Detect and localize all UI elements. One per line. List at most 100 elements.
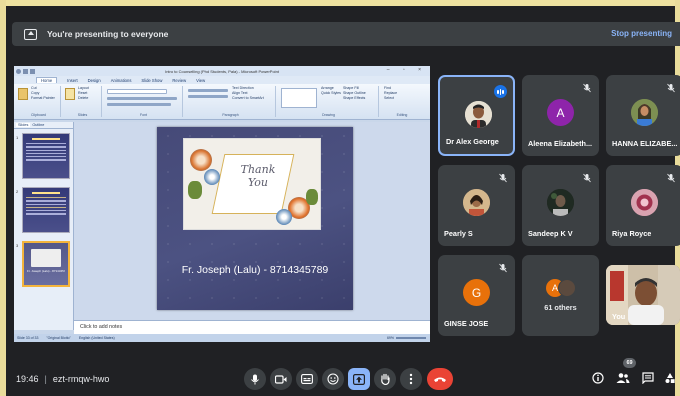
ppt-window-controls[interactable]: – ▫ × (387, 67, 427, 73)
participant-tile[interactable]: Dr Alex George (438, 75, 515, 156)
presenting-banner: You're presenting to everyone Stop prese… (12, 22, 680, 46)
slide-thumbnail-selected[interactable]: Fr. Joseph (Lalu) - 8714345789 (22, 241, 70, 287)
font-format-buttons[interactable] (107, 97, 177, 100)
speaking-indicator-icon (494, 85, 507, 98)
others-tile[interactable]: A 61 others (522, 255, 599, 336)
ppt-tab-insert[interactable]: Insert (67, 78, 77, 83)
desktop-edge-top (0, 0, 680, 6)
chat-button[interactable] (640, 370, 656, 386)
undo-icon[interactable] (30, 68, 35, 74)
hang-up-icon (434, 377, 446, 382)
slide-number: 3 (16, 243, 19, 248)
presenting-message: You're presenting to everyone (47, 29, 169, 39)
ppt-tab-home[interactable]: Home (36, 77, 58, 83)
zoom-slider[interactable] (396, 337, 426, 339)
shape-effects-button[interactable]: Shape Effects (341, 96, 366, 101)
slide-editing-area: Thank You Fr. Joseph (Lalu) - 8714345789 (74, 122, 430, 320)
zoom-level: 69% (386, 336, 394, 340)
slide-contact-text: Fr. Joseph (Lalu) - 8714345789 (181, 264, 329, 276)
tab-outline[interactable]: Outline (32, 123, 44, 127)
language-indicator: English (United States) (78, 336, 115, 340)
mic-off-icon (667, 83, 675, 93)
captions-button[interactable] (296, 368, 318, 390)
notes-pane[interactable]: Click to add notes (74, 320, 430, 334)
participant-photo (463, 189, 490, 216)
activities-button[interactable] (662, 370, 678, 386)
convert-smartart-button[interactable]: Convert to SmartArt (230, 96, 264, 101)
slide-thumbnail[interactable] (22, 133, 70, 179)
others-count: 61 others (544, 303, 577, 312)
participant-tile[interactable]: Riya Royce (606, 165, 680, 246)
desktop-edge-left (0, 0, 6, 396)
clock-time: 19:46 (16, 374, 39, 384)
activities-icon (665, 373, 675, 383)
save-icon[interactable] (23, 68, 28, 74)
stop-presenting-button[interactable]: Stop presenting (611, 29, 672, 38)
ppt-tab-slide-show[interactable]: Slide Show (141, 78, 162, 83)
slide-counter: Slide 33 of 33 (17, 336, 39, 340)
select-button[interactable]: Select (382, 96, 422, 101)
shapes-gallery[interactable] (281, 88, 317, 108)
slide-thumbnail-row-selected[interactable]: 3 Fr. Joseph (Lalu) - 8714345789 (14, 241, 73, 291)
ppt-tab-review[interactable]: Review (172, 78, 186, 83)
ppt-ribbon: Cut Copy Format Painter Clipboard Layout… (14, 84, 430, 120)
ribbon-group-clipboard: Cut Copy Format Painter Clipboard (17, 86, 61, 117)
meeting-code[interactable]: ezt-rmqw-hwo (53, 374, 110, 384)
current-slide[interactable]: Thank You Fr. Joseph (Lalu) - 8714345789 (157, 127, 353, 310)
new-slide-icon[interactable] (65, 88, 75, 100)
slide-thumbnail[interactable] (22, 187, 70, 233)
reactions-button[interactable] (322, 368, 344, 390)
flower-image (190, 149, 212, 171)
office-button-icon[interactable] (16, 68, 21, 74)
ribbon-group-drawing: Arrange Quick Styles Shape Fill Shape Ou… (279, 86, 379, 117)
leaf-image (188, 181, 202, 199)
zoom-control[interactable]: 69% (387, 336, 426, 340)
microphone-icon (251, 374, 259, 384)
ppt-tab-view[interactable]: View (196, 78, 205, 83)
list-buttons[interactable] (188, 89, 228, 92)
camera-button[interactable] (270, 368, 292, 390)
meeting-details-button[interactable] (590, 370, 606, 386)
camera-icon (275, 374, 287, 384)
ppt-status-bar: Slide 33 of 33 "Original Blotto" English… (14, 334, 430, 342)
participant-tile[interactable]: Pearly S (438, 165, 515, 246)
ppt-tab-design[interactable]: Design (88, 78, 101, 83)
present-icon (353, 373, 365, 385)
flower-image (276, 209, 292, 225)
participant-name: Dr Alex George (446, 137, 499, 146)
participant-photo (547, 189, 574, 216)
tab-slides[interactable]: Slides (16, 123, 31, 127)
ppt-tab-animations[interactable]: Animations (111, 78, 132, 83)
font-color-buttons[interactable] (107, 103, 171, 106)
more-options-button[interactable] (400, 368, 422, 390)
people-button[interactable] (615, 370, 631, 386)
microphone-button[interactable] (244, 368, 266, 390)
raise-hand-button[interactable] (374, 368, 396, 390)
slide-thumbnail-row[interactable]: 2 (14, 187, 73, 237)
present-screen-button[interactable] (348, 368, 370, 390)
participant-tile[interactable]: Sandeep K V (522, 165, 599, 246)
delete-button[interactable]: Delete (76, 96, 89, 101)
thank-you-text: Thank You (228, 163, 288, 189)
font-name-box[interactable] (107, 89, 167, 94)
ppt-ribbon-tabs: Home Insert Design Animations Slide Show… (14, 76, 430, 84)
more-vert-icon (409, 373, 413, 385)
quick-styles-button[interactable]: Quick Styles (319, 91, 341, 96)
format-painter-button[interactable]: Format Painter (29, 96, 55, 101)
ribbon-group-label: Editing (396, 113, 408, 117)
participant-tile[interactable]: G GINSE JOSE (438, 255, 515, 336)
meeting-controls-bar: 19:46 | ezt-rmqw-hwo (0, 360, 680, 396)
participant-name: Pearly S (444, 229, 473, 238)
slide-thumbnail-row[interactable]: 1 (14, 133, 73, 183)
participant-tile[interactable]: A Aleena Elizabeth... (522, 75, 599, 156)
ppt-quick-access[interactable] (16, 67, 56, 75)
participant-tile[interactable]: HANNA ELIZABE... (606, 75, 680, 156)
align-buttons[interactable] (188, 95, 228, 98)
participant-name: HANNA ELIZABE... (612, 139, 678, 148)
participant-name: Sandeep K V (528, 229, 573, 238)
paste-icon[interactable] (18, 88, 28, 100)
mic-off-icon (583, 173, 591, 183)
self-view-tile[interactable]: You (606, 265, 680, 325)
people-icon (616, 373, 630, 383)
leave-call-button[interactable] (427, 368, 453, 390)
